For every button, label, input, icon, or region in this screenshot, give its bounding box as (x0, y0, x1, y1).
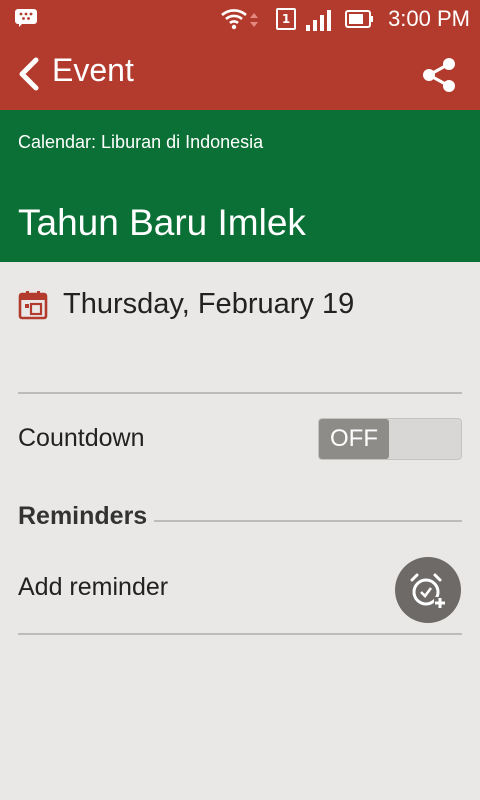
battery-icon (345, 10, 373, 28)
divider (18, 392, 462, 394)
event-date: Thursday, February 19 (63, 288, 355, 320)
event-header: Calendar: Liburan di Indonesia Tahun Bar… (0, 110, 480, 262)
countdown-label: Countdown (18, 424, 145, 452)
add-reminder-row[interactable]: Add reminder (0, 555, 480, 623)
bbm-icon (15, 9, 37, 27)
share-icon[interactable] (420, 56, 458, 94)
calendar-icon (18, 291, 48, 320)
alarm-add-icon (410, 573, 446, 609)
toggle-state-label: OFF (319, 419, 389, 459)
event-title: Tahun Baru Imlek (18, 202, 306, 243)
reminders-section-header: Reminders (0, 498, 480, 534)
app-bar-title[interactable]: Event (52, 52, 134, 89)
add-reminder-label[interactable]: Add reminder (18, 573, 168, 602)
status-bar: 1 3:00 PM (0, 0, 480, 38)
back-arrow-icon[interactable] (14, 56, 44, 92)
add-reminder-button[interactable] (395, 557, 461, 623)
countdown-toggle[interactable]: OFF (318, 418, 462, 460)
sim-icon: 1 (276, 8, 296, 30)
app-bar: Event (0, 38, 480, 110)
reminders-title: Reminders (18, 502, 148, 530)
countdown-row: Countdown OFF (0, 416, 480, 462)
calendar-label: Calendar: Liburan di Indonesia (18, 132, 264, 152)
signal-icon (306, 10, 331, 31)
section-divider (154, 520, 462, 522)
divider (18, 633, 462, 635)
status-time: 3:00 PM (388, 6, 470, 31)
wifi-icon (221, 9, 258, 30)
event-date-row: Thursday, February 19 (0, 282, 480, 330)
